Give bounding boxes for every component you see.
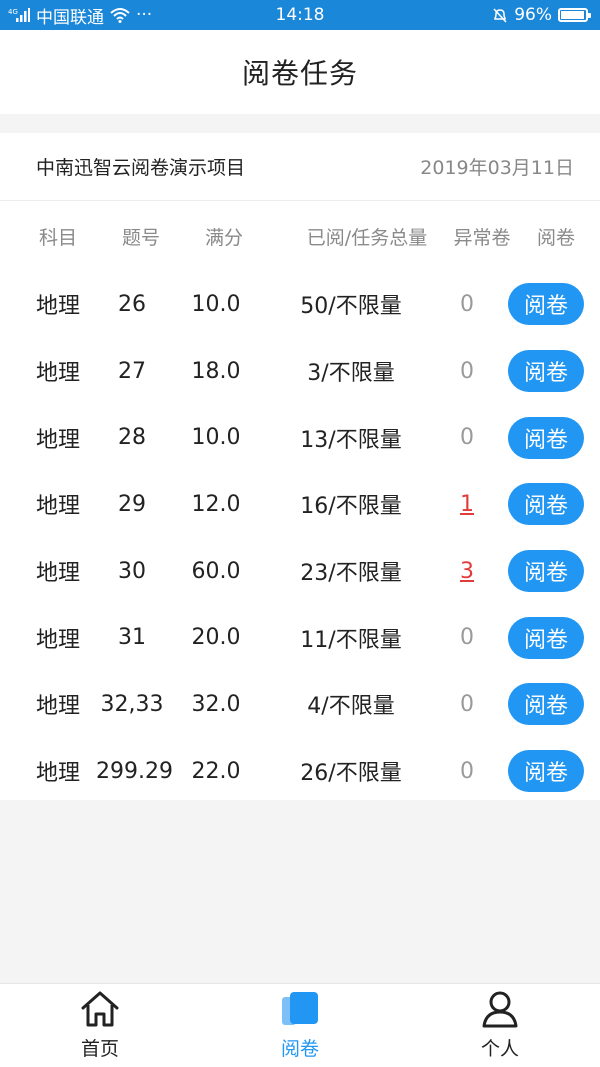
header-question-number: 题号	[121, 226, 160, 249]
header-abnormal: 异常卷	[453, 226, 511, 249]
row-progress: 50/不限量	[300, 294, 402, 320]
tab-grading-label: 阅卷	[280, 1038, 319, 1060]
page-title: 阅卷任务	[241, 57, 358, 90]
mute-bell-icon	[493, 8, 507, 23]
row-abnormal-count: 0	[460, 625, 474, 651]
row-progress: 11/不限量	[300, 627, 402, 653]
signal-icon: 4G	[8, 8, 30, 22]
header-action: 阅卷	[536, 226, 575, 249]
project-name: 中南迅智云阅卷演示项目	[36, 157, 246, 179]
row-progress: 26/不限量	[300, 761, 402, 787]
row-abnormal-count: 0	[460, 358, 474, 384]
grade-button[interactable]: 阅卷	[508, 283, 584, 326]
home-icon	[81, 991, 119, 1027]
wifi-icon	[110, 8, 130, 23]
row-abnormal-count: 0	[460, 758, 474, 784]
row-abnormal-link[interactable]: 3	[442, 559, 492, 584]
row-question-number: 32,33	[100, 691, 164, 717]
row-question-number: 29	[118, 491, 146, 517]
person-icon	[482, 991, 518, 1028]
project-row: 中南迅智云阅卷演示项目 2019年03月11日	[0, 133, 600, 201]
row-action: 阅卷	[492, 283, 600, 326]
battery-icon	[558, 8, 591, 22]
tab-profile[interactable]: 个人	[400, 984, 600, 1067]
row-full-score: 32.0	[191, 691, 241, 717]
tab-grading[interactable]: 阅卷	[200, 984, 400, 1067]
row-progress: 3/不限量	[307, 361, 395, 387]
row-action: 阅卷	[492, 750, 600, 793]
row-question-number: 28	[118, 425, 146, 451]
status-right: 96%	[492, 5, 591, 25]
status-bar: 4G 中国联通 ··· 14:18 96%	[0, 0, 600, 30]
row-question-number: 31	[118, 625, 146, 651]
row-action: 阅卷	[492, 616, 600, 659]
row-question-number: 299.29	[96, 758, 173, 784]
row-question-number: 27	[118, 358, 146, 384]
grade-button[interactable]: 阅卷	[508, 416, 584, 459]
more-dots-icon: ···	[136, 5, 153, 25]
grade-button[interactable]: 阅卷	[508, 550, 584, 593]
task-card: 中南迅智云阅卷演示项目 2019年03月11日 科目 题号 满分 已阅/任务总量…	[0, 133, 600, 800]
row-action: 阅卷	[492, 483, 600, 526]
tab-home-label: 首页	[80, 1038, 119, 1060]
row-full-score: 18.0	[191, 358, 241, 384]
row-subject: 地理	[36, 561, 81, 587]
row-progress: 16/不限量	[300, 494, 402, 520]
row-subject: 地理	[36, 694, 81, 720]
header-subject: 科目	[38, 226, 77, 249]
row-action: 阅卷	[492, 350, 600, 393]
row-subject: 地理	[36, 761, 81, 787]
row-full-score: 22.0	[191, 758, 241, 784]
status-left: 4G 中国联通 ···	[8, 3, 152, 28]
svg-text:4G: 4G	[8, 8, 18, 16]
table-header: 科目 题号 满分 已阅/任务总量 异常卷 阅卷	[0, 201, 600, 271]
header-progress: 已阅/任务总量	[306, 226, 428, 249]
table-row: 地理 31 20.0 11/不限量 0 阅卷	[0, 604, 600, 671]
battery-percent: 96%	[514, 5, 552, 25]
row-full-score: 10.0	[191, 425, 241, 451]
row-subject: 地理	[36, 294, 81, 320]
table-row: 地理 30 60.0 23/不限量 3 阅卷	[0, 538, 600, 605]
row-subject: 地理	[36, 627, 81, 653]
table-row: 地理 26 10.0 50/不限量 0 阅卷	[0, 271, 600, 338]
grade-button[interactable]: 阅卷	[508, 616, 584, 659]
grade-button[interactable]: 阅卷	[508, 350, 584, 393]
project-date: 2019年03月11日	[420, 157, 574, 179]
row-full-score: 12.0	[191, 491, 241, 517]
table-row: 地理 32,33 32.0 4/不限量 0 阅卷	[0, 671, 600, 738]
row-abnormal-link[interactable]: 1	[442, 492, 492, 517]
row-abnormal-count: 0	[460, 291, 474, 317]
bottom-tab-bar: 首页 阅卷 个人	[0, 983, 600, 1067]
row-full-score: 20.0	[191, 625, 241, 651]
carrier-name: 中国联通	[36, 7, 104, 28]
row-abnormal-count: 0	[460, 425, 474, 451]
row-progress: 4/不限量	[307, 694, 395, 720]
row-action: 阅卷	[492, 416, 600, 459]
row-full-score: 10.0	[191, 291, 241, 317]
tab-home[interactable]: 首页	[0, 984, 200, 1067]
row-action: 阅卷	[492, 550, 600, 593]
row-question-number: 26	[118, 291, 146, 317]
row-full-score: 60.0	[191, 558, 241, 584]
tab-profile-label: 个人	[480, 1038, 519, 1060]
grade-button[interactable]: 阅卷	[508, 683, 584, 726]
row-action: 阅卷	[492, 683, 600, 726]
task-list: 地理 26 10.0 50/不限量 0 阅卷 地理 27 18.0 3/不限量 …	[0, 271, 600, 805]
row-subject: 地理	[36, 427, 81, 453]
row-subject: 地理	[36, 494, 81, 520]
table-row: 地理 27 18.0 3/不限量 0 阅卷	[0, 338, 600, 405]
row-progress: 23/不限量	[300, 561, 402, 587]
table-row: 地理 29 12.0 16/不限量 1 阅卷	[0, 471, 600, 538]
papers-icon	[282, 992, 318, 1025]
row-question-number: 30	[118, 558, 146, 584]
header-full-score: 满分	[204, 226, 243, 249]
row-progress: 13/不限量	[300, 427, 402, 453]
row-subject: 地理	[36, 361, 81, 387]
table-row: 地理 299.29 22.0 26/不限量 0 阅卷	[0, 738, 600, 805]
grade-button[interactable]: 阅卷	[508, 750, 584, 793]
row-abnormal-count: 0	[460, 691, 474, 717]
table-row: 地理 28 10.0 13/不限量 0 阅卷	[0, 404, 600, 471]
grade-button[interactable]: 阅卷	[508, 483, 584, 526]
page-header: 阅卷任务	[0, 30, 600, 114]
